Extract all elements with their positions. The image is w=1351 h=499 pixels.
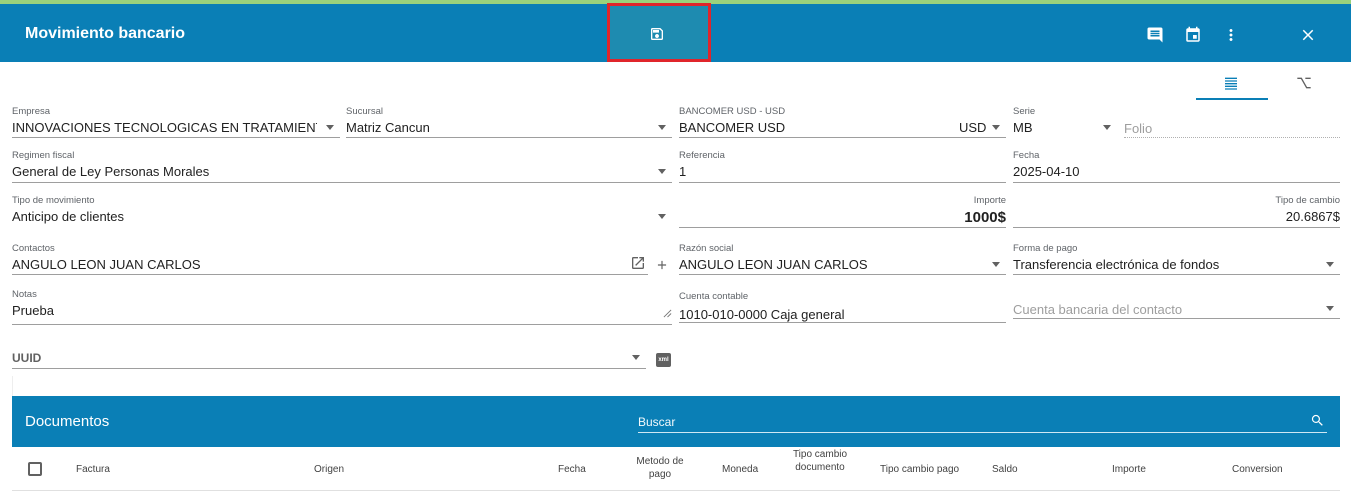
- option-key-icon: [1296, 75, 1312, 96]
- cuenta-bancaria-select[interactable]: Cuenta bancaria del contacto: [1013, 291, 1340, 319]
- cuenta-contable-input[interactable]: Cuenta contable 1010-010-0000 Caja gener…: [679, 291, 1006, 323]
- chevron-down-icon: [992, 125, 1000, 130]
- chevron-down-icon: [632, 355, 640, 360]
- tab-list-view[interactable]: [1196, 67, 1268, 100]
- contactos-input[interactable]: Contactos ANGULO LEON JUAN CARLOS: [12, 243, 648, 275]
- col-importe[interactable]: Importe: [1112, 463, 1146, 476]
- resize-handle-icon[interactable]: [663, 305, 672, 323]
- fecha-input[interactable]: Fecha 2025-04-10: [1013, 150, 1340, 183]
- tipo-cambio-input[interactable]: Tipo de cambio 20.6867$: [1013, 195, 1340, 228]
- chevron-down-icon: [326, 125, 334, 130]
- importe-input[interactable]: Importe 1000$: [679, 195, 1006, 228]
- col-moneda[interactable]: Moneda: [722, 463, 758, 476]
- col-factura[interactable]: Factura: [76, 463, 110, 476]
- documentos-title: Documentos: [25, 413, 110, 430]
- calendar-icon[interactable]: [1184, 26, 1202, 44]
- notas-textarea[interactable]: Notas Prueba: [12, 289, 672, 325]
- folio-input[interactable]: Folio: [1124, 106, 1340, 138]
- serie-select[interactable]: Serie MB: [1013, 106, 1117, 138]
- uuid-select[interactable]: UUID: [12, 346, 646, 369]
- open-in-new-icon[interactable]: [630, 255, 646, 276]
- col-conversion[interactable]: Conversion: [1232, 463, 1283, 476]
- select-all-checkbox[interactable]: [28, 462, 42, 476]
- page-title: Movimiento bancario: [25, 25, 186, 42]
- chevron-down-icon: [1326, 306, 1334, 311]
- col-tipo-cambio-documento[interactable]: Tipo cambio documento: [792, 448, 848, 474]
- razon-social-select[interactable]: Razón social ANGULO LEON JUAN CARLOS: [679, 243, 1006, 275]
- comment-icon[interactable]: [1146, 26, 1164, 44]
- save-icon: [649, 26, 665, 47]
- sucursal-select[interactable]: Sucursal Matriz Cancun: [346, 106, 672, 138]
- referencia-input[interactable]: Referencia 1: [679, 150, 1006, 183]
- search-input[interactable]: Buscar: [638, 415, 675, 429]
- add-contact-icon[interactable]: [655, 258, 669, 277]
- empresa-select[interactable]: Empresa INNOVACIONES TECNOLOGICAS EN TRA…: [12, 106, 340, 138]
- chevron-down-icon: [992, 262, 1000, 267]
- chevron-down-icon: [1103, 125, 1111, 130]
- col-tipo-cambio-pago[interactable]: Tipo cambio pago: [880, 463, 959, 476]
- chevron-down-icon: [1326, 262, 1334, 267]
- search-underline: [638, 432, 1327, 433]
- documentos-table-header: Factura Origen Fecha Metodo de pago Mone…: [12, 447, 1340, 491]
- tab-alt-view[interactable]: [1280, 67, 1330, 100]
- chevron-down-icon: [658, 125, 666, 130]
- forma-pago-select[interactable]: Forma de pago Transferencia electrónica …: [1013, 243, 1340, 275]
- currency-value: USD: [959, 120, 987, 135]
- chevron-down-icon: [658, 169, 666, 174]
- chevron-down-icon: [658, 214, 666, 219]
- banco-select[interactable]: BANCOMER USD - USD BANCOMER USD USD: [679, 106, 1006, 138]
- list-icon: [1223, 75, 1239, 96]
- regimen-fiscal-select[interactable]: Regimen fiscal General de Ley Personas M…: [12, 150, 672, 183]
- search-icon[interactable]: [1310, 413, 1325, 433]
- xml-icon[interactable]: xml: [656, 353, 671, 367]
- documentos-toolbar: Documentos Buscar: [12, 396, 1340, 447]
- col-origen[interactable]: Origen: [314, 463, 344, 476]
- save-button[interactable]: [607, 3, 711, 62]
- col-saldo[interactable]: Saldo: [992, 463, 1018, 476]
- close-icon[interactable]: [1299, 26, 1317, 44]
- col-metodo-pago[interactable]: Metodo de pago: [632, 455, 688, 481]
- col-fecha[interactable]: Fecha: [558, 463, 586, 476]
- divider: [12, 376, 13, 396]
- more-vert-icon[interactable]: [1222, 26, 1240, 44]
- tipo-movimiento-select[interactable]: Tipo de movimiento Anticipo de clientes: [12, 195, 672, 228]
